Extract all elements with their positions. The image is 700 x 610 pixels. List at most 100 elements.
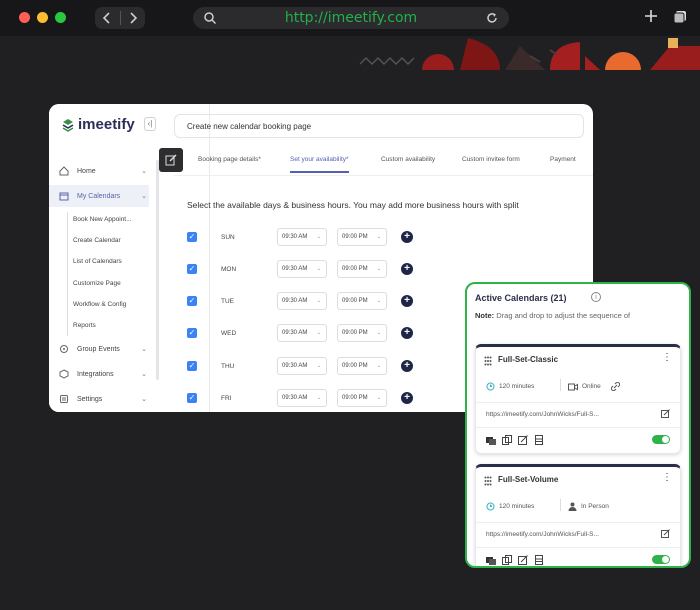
gear-icon (60, 395, 68, 403)
tab-custom-invitee-form[interactable]: Custom invitee form (462, 156, 520, 163)
event-url[interactable]: https://imeetify.com/JohnWicks/Full-S... (486, 411, 599, 418)
availability-row-tue: ✓ TUE 09:30 AM ⌄ 09:00 PM ⌄ + (187, 292, 447, 314)
chevron-down-icon: ⌄ (141, 193, 147, 200)
sidebar-item-my-calendars[interactable]: My Calendars ⌄ (49, 185, 149, 207)
end-time-select[interactable]: 09:00 PM ⌄ (337, 228, 387, 246)
delete-icon[interactable] (534, 435, 544, 445)
day-label: WED (221, 330, 237, 337)
edit-link-icon[interactable] (661, 409, 670, 418)
day-checkbox[interactable]: ✓ (187, 296, 197, 306)
day-checkbox[interactable]: ✓ (187, 328, 197, 338)
copy-icon[interactable] (502, 555, 512, 565)
new-tab-icon[interactable] (644, 9, 658, 23)
delete-icon[interactable] (534, 555, 544, 565)
event-card[interactable]: Full-Set-Classic ⋮ 120 minutes Online ht… (475, 344, 681, 454)
event-url[interactable]: https://imeetify.com/JohnWicks/Full-S... (486, 531, 599, 538)
end-time-select[interactable]: 09:00 PM ⌄ (337, 292, 387, 310)
edit-icon[interactable] (518, 555, 528, 565)
info-icon[interactable]: i (591, 292, 601, 302)
event-enabled-toggle[interactable] (652, 435, 670, 444)
start-time-select[interactable]: 09:30 AM ⌄ (277, 357, 327, 375)
embed-icon[interactable] (486, 555, 496, 565)
end-time-value: 09:00 PM (342, 395, 368, 401)
event-name: Full-Set-Classic (498, 355, 559, 364)
drag-handle-icon[interactable] (484, 356, 492, 366)
collapse-sidebar-button[interactable]: ‹| (144, 117, 156, 131)
start-time-select[interactable]: 09:30 AM ⌄ (277, 260, 327, 278)
start-time-select[interactable]: 09:30 AM ⌄ (277, 324, 327, 342)
end-time-select[interactable]: 09:00 PM ⌄ (337, 389, 387, 407)
tab-payment[interactable]: Payment (550, 156, 576, 163)
start-time-value: 09:30 AM (282, 363, 308, 369)
more-options-icon[interactable]: ⋮ (662, 473, 672, 483)
video-icon (568, 383, 578, 390)
availability-row-fri: ✓ FRI 09:30 AM ⌄ 09:00 PM ⌄ + (187, 389, 447, 411)
logo-text: imeetify (78, 116, 135, 133)
submenu-customize-page[interactable]: Customize Page (73, 280, 121, 287)
logo-icon (62, 118, 74, 132)
sidebar-item-label: Settings (77, 395, 103, 403)
end-time-select[interactable]: 09:00 PM ⌄ (337, 357, 387, 375)
add-hours-button[interactable]: + (401, 327, 413, 339)
event-card[interactable]: Full-Set-Volume ⋮ 120 minutes In Person … (475, 464, 681, 566)
chevron-down-icon: ⌄ (316, 363, 321, 369)
sidebar-item-integrations[interactable]: Integrations ⌄ (49, 363, 149, 385)
panel-title: Active Calendars (21) (475, 293, 567, 303)
submenu-create-calendar[interactable]: Create Calendar (73, 237, 121, 244)
add-hours-button[interactable]: + (401, 263, 413, 275)
day-checkbox[interactable]: ✓ (187, 361, 197, 371)
start-time-select[interactable]: 09:30 AM ⌄ (277, 228, 327, 246)
sidebar-scrollbar[interactable] (156, 160, 159, 380)
end-time-select[interactable]: 09:00 PM ⌄ (337, 324, 387, 342)
sidebar-item-label: Group Events (77, 345, 120, 353)
end-time-select[interactable]: 09:00 PM ⌄ (337, 260, 387, 278)
chevron-down-icon: ⌄ (316, 266, 321, 272)
submenu-workflow-config[interactable]: Workflow & Config (73, 301, 126, 308)
copy-icon[interactable] (502, 435, 512, 445)
search-icon (204, 12, 217, 25)
tab-custom-availability[interactable]: Custom availability (381, 156, 435, 163)
close-window-button[interactable] (19, 12, 30, 23)
embed-icon[interactable] (486, 435, 496, 445)
reload-icon[interactable] (485, 11, 499, 25)
event-enabled-toggle[interactable] (652, 555, 670, 564)
tab-booking-page-details[interactable]: Booking page details* (198, 156, 261, 163)
availability-row-thu: ✓ THU 09:30 AM ⌄ 09:00 PM ⌄ + (187, 357, 447, 379)
start-time-select[interactable]: 09:30 AM ⌄ (277, 292, 327, 310)
tab-overview-icon[interactable] (673, 10, 687, 24)
tab-set-availability[interactable]: Set your availability* (290, 156, 349, 173)
sidebar-item-settings[interactable]: Settings ⌄ (49, 388, 149, 410)
maximize-window-button[interactable] (55, 12, 66, 23)
submenu-reports[interactable]: Reports (73, 322, 96, 329)
sidebar-item-group-events[interactable]: Group Events ⌄ (49, 338, 149, 360)
drag-handle-icon[interactable] (484, 476, 492, 486)
more-options-icon[interactable]: ⋮ (662, 353, 672, 363)
add-hours-button[interactable]: + (401, 392, 413, 404)
forward-button[interactable] (121, 12, 146, 24)
add-hours-button[interactable]: + (401, 231, 413, 243)
chevron-down-icon: ⌄ (376, 266, 381, 272)
location-text: In Person (581, 503, 609, 510)
day-checkbox[interactable]: ✓ (187, 264, 197, 274)
minimize-window-button[interactable] (37, 12, 48, 23)
puzzle-icon (59, 369, 69, 379)
day-checkbox[interactable]: ✓ (187, 232, 197, 242)
back-button[interactable] (95, 12, 120, 24)
edit-icon[interactable] (518, 435, 528, 445)
link-icon[interactable] (610, 382, 620, 391)
start-time-select[interactable]: 09:30 AM ⌄ (277, 389, 327, 407)
panel-note: Note: Drag and drop to adjust the sequen… (475, 311, 630, 320)
edit-page-button[interactable] (159, 148, 183, 172)
edit-link-icon[interactable] (661, 529, 670, 538)
chevron-down-icon: ⌄ (376, 363, 381, 369)
add-hours-button[interactable]: + (401, 295, 413, 307)
submenu-line (67, 212, 68, 336)
day-checkbox[interactable]: ✓ (187, 393, 197, 403)
note-label: Note: (475, 311, 495, 320)
submenu-book-new-appointment[interactable]: Book New Appoint... (73, 216, 132, 223)
address-bar[interactable]: http://imeetify.com (193, 7, 509, 29)
add-hours-button[interactable]: + (401, 360, 413, 372)
submenu-list-of-calendars[interactable]: List of Calendars (73, 258, 122, 265)
event-duration: 120 minutes (486, 502, 534, 511)
sidebar-item-home[interactable]: Home ⌄ (49, 160, 149, 182)
